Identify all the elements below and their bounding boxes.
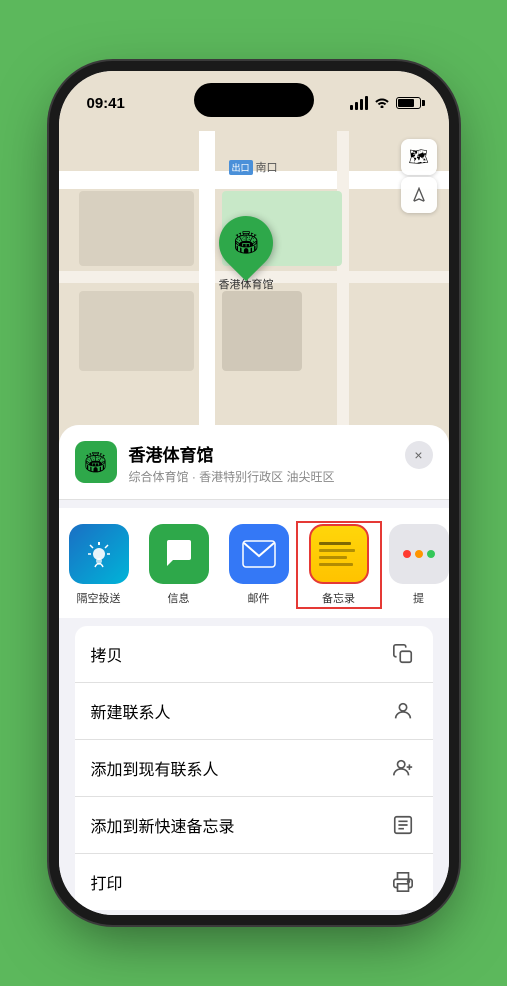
share-row: 隔空投送 信息	[59, 508, 449, 618]
messages-label: 信息	[168, 590, 190, 606]
venue-description: 综合体育馆 · 香港特别行政区 油尖旺区	[129, 468, 405, 485]
status-icons	[350, 95, 421, 111]
venue-info: 香港体育馆 综合体育馆 · 香港特别行政区 油尖旺区	[129, 441, 405, 485]
action-list: 拷贝 新建联系人 添加到现有联系人	[75, 626, 433, 910]
map-area-label: 出口 南口	[229, 159, 278, 175]
action-add-existing[interactable]: 添加到现有联系人	[75, 740, 433, 797]
dynamic-island	[194, 83, 314, 117]
map-controls: 🗺	[401, 139, 437, 213]
more-label: 提	[413, 590, 424, 606]
venue-name: 香港体育馆	[129, 441, 405, 466]
bottom-sheet: 🏟 香港体育馆 综合体育馆 · 香港特别行政区 油尖旺区 ×	[59, 425, 449, 915]
map-layers-button[interactable]: 🗺	[401, 139, 437, 175]
airdrop-icon	[69, 524, 129, 584]
notes-label: 备忘录	[322, 590, 355, 606]
action-copy-label: 拷贝	[91, 642, 123, 666]
more-icon	[389, 524, 449, 584]
battery-icon	[396, 97, 421, 109]
airdrop-label: 隔空投送	[77, 590, 121, 606]
copy-icon	[389, 640, 417, 668]
venue-header: 🏟 香港体育馆 综合体育馆 · 香港特别行政区 油尖旺区 ×	[59, 425, 449, 500]
share-notes[interactable]: 备忘录	[299, 524, 379, 606]
share-messages[interactable]: 信息	[139, 524, 219, 606]
action-print[interactable]: 打印	[75, 854, 433, 910]
action-add-notes-label: 添加到新快速备忘录	[91, 813, 235, 837]
person-icon	[389, 697, 417, 725]
action-print-label: 打印	[91, 870, 123, 894]
action-add-notes[interactable]: 添加到新快速备忘录	[75, 797, 433, 854]
action-copy[interactable]: 拷贝	[75, 626, 433, 683]
notes-icon	[309, 524, 369, 584]
action-add-existing-label: 添加到现有联系人	[91, 756, 219, 780]
map-pin-icon: 🏟	[232, 230, 260, 256]
mail-label: 邮件	[248, 590, 270, 606]
map-location-button[interactable]	[401, 177, 437, 213]
wifi-icon	[374, 95, 390, 111]
action-new-contact-label: 新建联系人	[91, 699, 171, 723]
share-more[interactable]: 提	[379, 524, 449, 606]
messages-icon	[149, 524, 209, 584]
action-new-contact[interactable]: 新建联系人	[75, 683, 433, 740]
share-mail[interactable]: 邮件	[219, 524, 299, 606]
status-time: 09:41	[87, 95, 125, 112]
venue-icon: 🏟	[75, 441, 117, 483]
share-airdrop[interactable]: 隔空投送	[59, 524, 139, 606]
map-pin: 🏟 香港体育馆	[219, 216, 274, 292]
signal-bars-icon	[350, 96, 368, 110]
person-add-icon	[389, 754, 417, 782]
phone-frame: 09:41 出口 南口	[59, 71, 449, 915]
mail-icon	[229, 524, 289, 584]
close-button[interactable]: ×	[405, 441, 433, 469]
note-icon	[389, 811, 417, 839]
print-icon	[389, 868, 417, 896]
